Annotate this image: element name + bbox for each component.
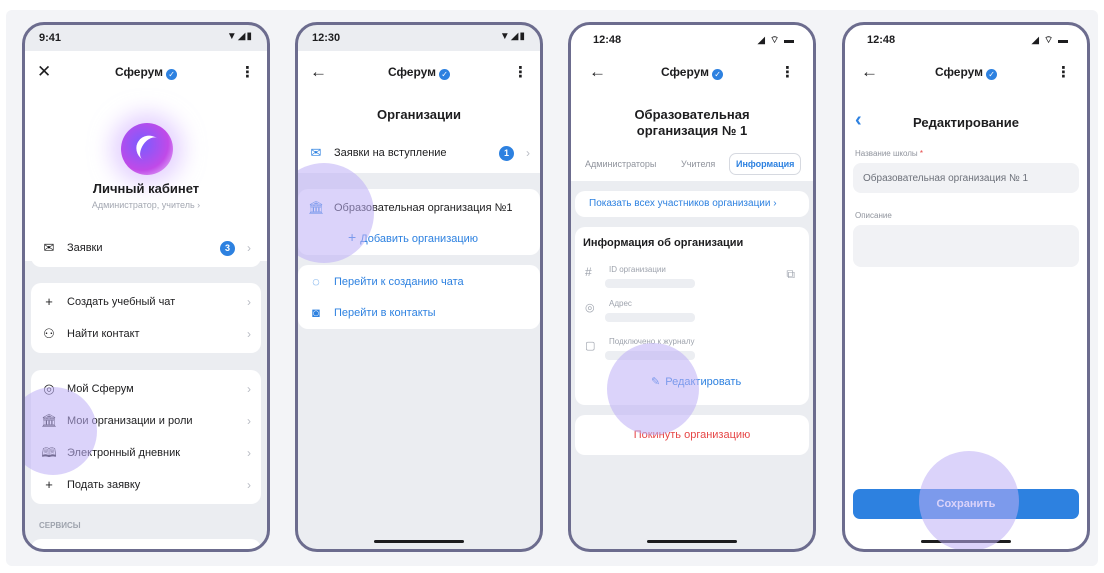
profile-role[interactable]: Администратор, учитель › bbox=[25, 200, 267, 210]
school-name-label: Название школы * bbox=[855, 149, 924, 158]
app-bar: ← Сферум ✓ ⋮ bbox=[845, 51, 1087, 95]
requests-item[interactable]: ✉ Заявки 3 › bbox=[41, 233, 251, 263]
app-title: Сферум ✓ bbox=[845, 65, 1087, 80]
chat-icon: ◌ bbox=[312, 274, 320, 289]
verified-icon: ✓ bbox=[712, 69, 724, 80]
more-icon[interactable]: ⋮ bbox=[240, 63, 255, 81]
description-field[interactable] bbox=[853, 225, 1079, 267]
menu-item-apply[interactable]: + Подать заявку › bbox=[41, 470, 251, 500]
status-bar: 12:30 ▼◢▮ bbox=[298, 25, 540, 51]
show-members-link[interactable]: Показать всех участников организации › bbox=[589, 198, 777, 209]
contacts-icon: ⚇ bbox=[43, 326, 55, 341]
chevron-right-icon: › bbox=[526, 146, 530, 160]
tap-highlight bbox=[919, 451, 1019, 549]
plus-icon: + bbox=[45, 294, 53, 309]
tabs: Администраторы Учителя Информация bbox=[581, 153, 805, 175]
status-time: 12:48 bbox=[593, 34, 622, 46]
description-label: Описание bbox=[855, 211, 892, 220]
info-heading: Информация об организации bbox=[583, 237, 744, 249]
requests-badge: 3 bbox=[220, 241, 235, 256]
journal-icon: ▢ bbox=[585, 340, 596, 352]
chevron-right-icon: › bbox=[247, 327, 251, 341]
status-bar: 9:41 ▼◢▮ bbox=[25, 25, 267, 51]
tap-highlight bbox=[607, 343, 699, 435]
status-time: 12:48 bbox=[867, 34, 896, 46]
home-indicator bbox=[647, 540, 737, 543]
page-title: Организации bbox=[376, 107, 462, 122]
profile-name: Личный кабинет bbox=[92, 181, 200, 196]
status-time: 12:30 bbox=[312, 32, 341, 44]
status-time: 9:41 bbox=[39, 32, 62, 44]
page-title: Редактирование bbox=[913, 115, 1019, 130]
menu-item-find-contact[interactable]: ⚇ Найти контакт › bbox=[41, 319, 251, 349]
verified-icon: ✓ bbox=[166, 69, 178, 80]
create-chat-link[interactable]: ◌ Перейти к созданию чата bbox=[308, 267, 530, 297]
more-icon[interactable]: ⋮ bbox=[1056, 63, 1071, 81]
status-bar: 12:48 ◢ ⌔ ▬ bbox=[845, 25, 1087, 51]
contacts-icon: ◙ bbox=[312, 305, 320, 320]
phone-screen-organizations: 12:30 ▼◢▮ ← Сферум ✓ ⋮ Организации ✉ Заяв… bbox=[295, 22, 543, 552]
avatar[interactable] bbox=[121, 123, 173, 175]
menu-item-create-chat[interactable]: + Создать учебный чат › bbox=[41, 287, 251, 317]
phone-screen-edit: 12:48 ◢ ⌔ ▬ ← Сферум ✓ ⋮ ‹ Редактирование… bbox=[842, 22, 1090, 552]
actions-card: ◌ Перейти к созданию чата ◙ Перейти в ко… bbox=[298, 265, 540, 329]
app-title: Сферум ✓ bbox=[25, 65, 267, 80]
org-title: Образовательная организация № 1 bbox=[634, 107, 750, 138]
field-id-label: ID организации bbox=[609, 265, 666, 274]
app-bar: ✕ Сферум ✓ ⋮ bbox=[25, 51, 267, 95]
more-icon[interactable]: ⋮ bbox=[780, 63, 795, 81]
envelope-icon: ✉ bbox=[43, 240, 55, 255]
show-members-card: Показать всех участников организации › bbox=[575, 191, 809, 217]
status-icons: ◢ ⌔ ▬ bbox=[757, 35, 795, 46]
more-icon[interactable]: ⋮ bbox=[513, 63, 528, 81]
envelope-icon: ✉ bbox=[310, 145, 322, 160]
chevron-right-icon: › bbox=[247, 446, 251, 460]
app-bar: ← Сферум ✓ ⋮ bbox=[298, 51, 540, 141]
chevron-right-icon: › bbox=[247, 382, 251, 396]
chevron-right-icon: › bbox=[247, 241, 251, 255]
chevron-right-icon: › bbox=[247, 478, 251, 492]
chevron-right-icon: › bbox=[247, 295, 251, 309]
tab-administrators[interactable]: Администраторы bbox=[585, 159, 656, 169]
app-title: Сферум ✓ bbox=[571, 65, 813, 80]
requests-card: ✉ Заявки 3 › bbox=[31, 229, 261, 267]
field-id-value bbox=[605, 279, 695, 288]
field-address-value bbox=[605, 313, 695, 322]
status-bar: 12:48 ◢ ⌔ ▬ bbox=[571, 25, 813, 51]
location-icon: ◎ bbox=[585, 302, 595, 314]
app-title: Сферум ✓ bbox=[298, 65, 540, 80]
verified-icon: ✓ bbox=[986, 69, 998, 80]
status-icons: ▼◢▮ bbox=[499, 31, 526, 42]
tab-information[interactable]: Информация bbox=[729, 153, 802, 175]
plus-icon: + bbox=[45, 477, 53, 492]
home-indicator bbox=[374, 540, 464, 543]
phone-screen-profile: 9:41 ▼◢▮ ✕ Сферум ✓ ⋮ Личный кабинет Адми… bbox=[22, 22, 270, 552]
menu-card-1: + Создать учебный чат › ⚇ Найти контакт … bbox=[31, 283, 261, 353]
hash-icon: # bbox=[585, 265, 592, 279]
tab-teachers[interactable]: Учителя bbox=[681, 159, 715, 169]
copy-icon[interactable]: ⧉ bbox=[786, 267, 795, 282]
status-icons: ◢ ⌔ ▬ bbox=[1031, 35, 1069, 46]
services-card bbox=[31, 539, 261, 549]
status-icons: ▼◢▮ bbox=[226, 31, 253, 42]
contacts-link[interactable]: ◙ Перейти в контакты bbox=[308, 298, 530, 328]
chevron-right-icon: › bbox=[247, 414, 251, 428]
leave-organization-button[interactable]: Покинуть организацию bbox=[575, 429, 809, 441]
join-requests-item[interactable]: ✉ Заявки на вступление 1 › bbox=[308, 138, 530, 168]
verified-icon: ✓ bbox=[439, 69, 451, 80]
school-name-field[interactable]: Образовательная организация № 1 bbox=[853, 163, 1079, 193]
field-address-label: Адрес bbox=[609, 299, 632, 308]
leave-card: Покинуть организацию bbox=[575, 415, 809, 455]
phone-screen-org-info: 12:48 ◢ ⌔ ▬ ← Сферум ✓ ⋮ Образовательная … bbox=[568, 22, 816, 552]
services-heading: СЕРВИСЫ bbox=[39, 521, 81, 530]
join-requests-badge: 1 bbox=[499, 146, 514, 161]
